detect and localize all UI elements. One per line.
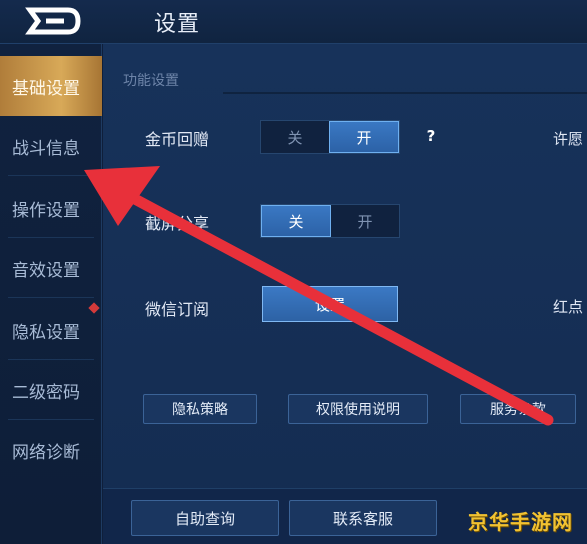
red-dot-label: 红点: [553, 298, 584, 316]
sidebar-item-controls[interactable]: 操作设置: [0, 178, 102, 238]
sidebar-item-privacy[interactable]: 隐私设置: [0, 300, 102, 360]
permission-usage-button[interactable]: 权限使用说明: [288, 394, 428, 424]
sidebar-item-network[interactable]: 网络诊断: [0, 420, 102, 480]
screenshot-share-on-option[interactable]: 开: [331, 205, 399, 237]
watermark-text: 京华手游网: [468, 510, 573, 534]
privacy-policy-button[interactable]: 隐私策略: [143, 394, 257, 424]
settings-main-panel: 功能设置 金币回赠 关 开 ? 许愿 截屏分享 关 开 微信订阅 设置 红点 隐…: [103, 44, 587, 544]
page-title: 设置: [154, 12, 201, 37]
sidebar-item-sound[interactable]: 音效设置: [0, 238, 102, 298]
gold-gift-on-option[interactable]: 开: [329, 121, 399, 153]
settings-sidebar: 基础设置 战斗信息 操作设置 音效设置 隐私设置 二级密码 网络诊断: [0, 44, 102, 544]
sidebar-item-label: 音效设置: [12, 260, 80, 281]
gold-gift-off-option[interactable]: 关: [261, 121, 329, 153]
service-terms-button[interactable]: 服务条款: [460, 394, 576, 424]
screenshot-share-off-option[interactable]: 关: [261, 205, 331, 237]
divider: [8, 175, 94, 176]
divider: [8, 297, 94, 298]
sidebar-item-label: 操作设置: [12, 200, 80, 221]
sidebar-item-label: 战斗信息: [12, 138, 80, 159]
contact-service-button[interactable]: 联系客服: [289, 500, 437, 536]
section-divider: [223, 92, 587, 94]
section-title: 功能设置: [123, 73, 179, 89]
wechat-settings-button[interactable]: 设置: [262, 286, 398, 322]
sidebar-item-secondary-password[interactable]: 二级密码: [0, 360, 102, 420]
sidebar-item-label: 网络诊断: [12, 442, 80, 463]
sidebar-item-label: 隐私设置: [12, 322, 80, 343]
screenshot-share-toggle: 关 开: [260, 204, 400, 238]
wish-label: 许愿: [553, 130, 584, 148]
gold-gift-toggle: 关 开: [260, 120, 400, 154]
sidebar-item-label: 二级密码: [12, 382, 80, 403]
back-arrow-icon: [25, 7, 81, 35]
sidebar-item-battle-info[interactable]: 战斗信息: [0, 116, 102, 176]
wechat-subscription-label: 微信订阅: [145, 300, 210, 319]
gold-gift-label: 金币回赠: [145, 130, 210, 149]
help-icon[interactable]: ?: [419, 124, 443, 148]
sidebar-item-basic[interactable]: 基础设置: [0, 56, 102, 116]
back-button[interactable]: [24, 6, 84, 36]
sidebar-item-label: 基础设置: [12, 78, 80, 99]
self-query-button[interactable]: 自助查询: [131, 500, 279, 536]
screenshot-share-label: 截屏分享: [145, 214, 210, 233]
header-bar: 设置: [0, 0, 587, 44]
